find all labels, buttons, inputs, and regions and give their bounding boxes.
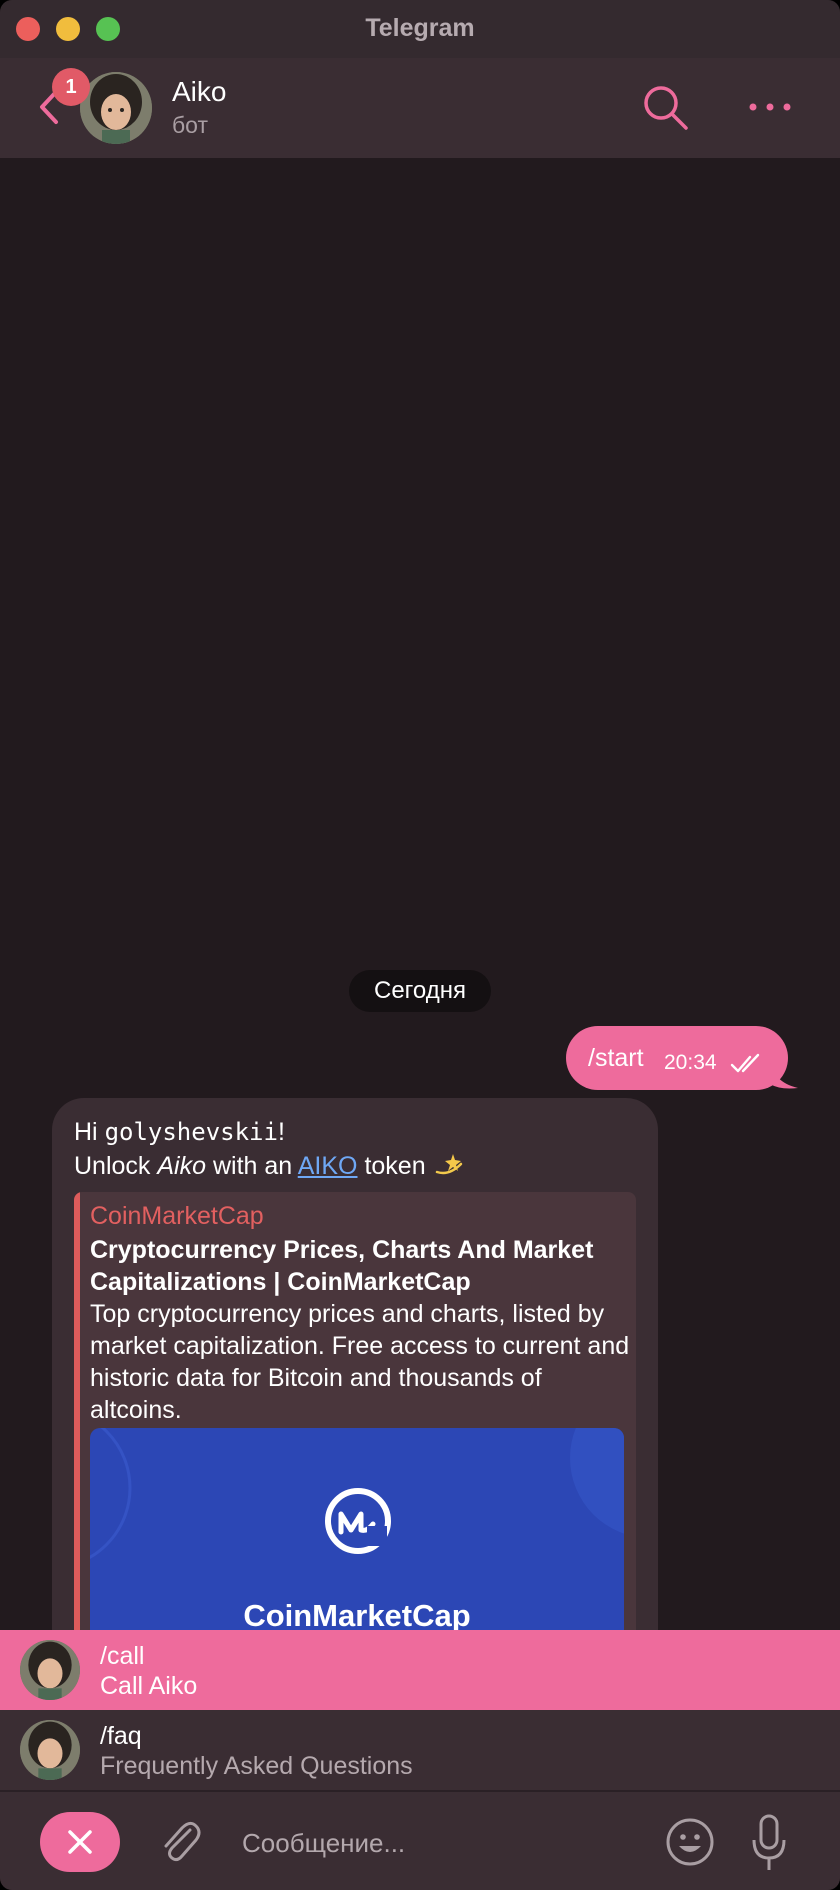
command-name: /call — [100, 1642, 145, 1670]
cancel-command-button[interactable] — [40, 1812, 120, 1872]
more-options-icon[interactable] — [745, 92, 795, 122]
avatar[interactable] — [80, 72, 152, 144]
command-suggestion-faq[interactable]: /faq Frequently Asked Questions — [0, 1710, 840, 1790]
paperclip-icon[interactable] — [156, 1816, 204, 1868]
dizzy-star-icon — [435, 1154, 462, 1175]
command-suggestion-call[interactable]: /call Call Aiko — [0, 1630, 840, 1710]
chat-header: 1 Aiko бот — [0, 58, 840, 160]
unlock-line: Unlock Aiko with an AIKO token — [74, 1150, 467, 1181]
avatar-portrait-icon — [20, 1640, 80, 1700]
chat-name[interactable]: Aiko — [172, 76, 226, 108]
window-title: Telegram — [365, 14, 475, 42]
preview-title: Cryptocurrency Prices, Charts And Market… — [90, 1236, 594, 1296]
double-check-icon — [730, 1053, 760, 1073]
link-preview[interactable]: CoinMarketCap Cryptocurrency Prices, Cha… — [74, 1192, 636, 1630]
emoji-icon[interactable] — [664, 1816, 716, 1868]
telegram-window: Telegram 1 Aiko бот Сегодня /start 20:34… — [0, 0, 840, 1890]
coinmarketcap-logo-icon — [325, 1488, 391, 1554]
command-description: Call Aiko — [100, 1672, 198, 1700]
avatar — [20, 1720, 80, 1780]
message-input[interactable] — [240, 1820, 624, 1866]
chat-subtitle: бот — [172, 112, 208, 138]
unlock-name: Aiko — [157, 1152, 207, 1180]
outgoing-message-text: /start — [588, 1044, 644, 1072]
avatar-portrait-icon — [80, 72, 152, 144]
unlock-prefix: Unlock — [74, 1152, 158, 1180]
aiko-token-link[interactable]: AIKO — [298, 1152, 358, 1180]
preview-image-brand: CoinMarketCap — [243, 1598, 471, 1630]
message-input-bar — [0, 1790, 840, 1890]
command-description: Frequently Asked Questions — [100, 1752, 413, 1780]
username-code: golyshevskii — [104, 1118, 278, 1146]
unread-badge: 1 — [52, 68, 90, 106]
preview-accent-bar — [74, 1192, 80, 1630]
close-icon — [68, 1830, 92, 1854]
message-time: 20:34 — [664, 1051, 717, 1074]
date-separator: Сегодня — [349, 970, 491, 1012]
unlock-suffix: token — [357, 1152, 426, 1180]
greeting-text: Hi — [74, 1118, 105, 1146]
command-name: /faq — [100, 1722, 142, 1750]
message-list[interactable]: Сегодня /start 20:34 Hi golyshevskii! Un… — [0, 158, 840, 1630]
greeting-end: ! — [277, 1118, 285, 1146]
greeting-line: Hi golyshevskii! — [74, 1118, 285, 1147]
preview-description: Top cryptocurrency prices and charts, li… — [90, 1300, 630, 1424]
unlock-mid: with an — [206, 1152, 298, 1180]
bubble-tail — [770, 1058, 798, 1089]
avatar — [20, 1640, 80, 1700]
title-bar: Telegram — [0, 0, 840, 58]
search-icon[interactable] — [640, 82, 692, 134]
preview-site-name: CoinMarketCap — [90, 1202, 264, 1230]
avatar-portrait-icon — [20, 1720, 80, 1780]
microphone-icon[interactable] — [748, 1812, 790, 1874]
preview-image[interactable]: CoinMarketCap — [90, 1428, 624, 1630]
